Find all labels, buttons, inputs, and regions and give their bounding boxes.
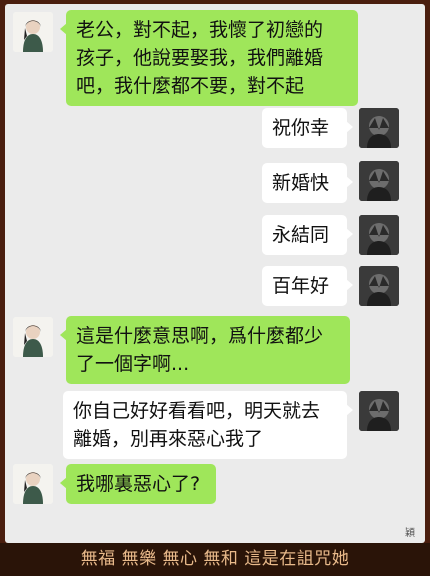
message-bubble-5[interactable]: 百年好 — [262, 266, 353, 306]
message-line: 這是什麼意思啊，爲什麼都少 — [76, 325, 324, 347]
message-bubble-7[interactable]: 你自己好好看看吧，明天就去 離婚，別再來惡心我了 — [63, 391, 353, 459]
boy-avatar[interactable] — [359, 266, 399, 306]
message-line: 了一個字啊... — [76, 353, 190, 375]
message-line: 祝你幸 — [272, 117, 330, 139]
message-line: 我哪裏惡心了? — [76, 473, 201, 495]
message-line: 孩子，他說要娶我，我們離婚 — [76, 47, 324, 69]
message-bubble-6[interactable]: 這是什麼意思啊，爲什麼都少 了一個字啊... — [60, 316, 350, 384]
message-bubble-1[interactable]: 老公，對不起，我懷了初戀的 孩子，他說要娶我，我們離婚 吧，我什麼都不要，對不起 — [60, 10, 358, 106]
message-bubble-4[interactable]: 永結同 — [262, 215, 353, 255]
girl-avatar[interactable] — [13, 464, 53, 504]
girl-avatar[interactable] — [13, 12, 53, 52]
girl-avatar[interactable] — [13, 317, 53, 357]
message-line: 吧，我什麼都不要，對不起 — [76, 75, 305, 97]
boy-avatar[interactable] — [359, 161, 399, 201]
watermark-text: 穎 — [405, 528, 415, 539]
message-bubble-8[interactable]: 我哪裏惡心了? — [60, 464, 216, 504]
caption-text: 無福 無樂 無心 無和 這是在詛咒她 — [0, 543, 430, 576]
boy-avatar[interactable] — [359, 215, 399, 255]
message-line: 你自己好好看看吧，明天就去 — [73, 400, 321, 422]
message-line: 新婚快 — [272, 172, 330, 194]
boy-avatar[interactable] — [359, 391, 399, 431]
message-line: 老公，對不起，我懷了初戀的 — [76, 19, 324, 41]
message-bubble-2[interactable]: 祝你幸 — [262, 108, 353, 148]
image-frame: 老公，對不起，我懷了初戀的 孩子，他說要娶我，我們離婚 吧，我什麼都不要，對不起… — [0, 0, 430, 543]
message-bubble-3[interactable]: 新婚快 — [262, 163, 353, 203]
chat-area[interactable]: 老公，對不起，我懷了初戀的 孩子，他說要娶我，我們離婚 吧，我什麼都不要，對不起… — [5, 4, 425, 543]
message-line: 離婚，別再來惡心我了 — [73, 428, 264, 450]
message-line: 永結同 — [272, 224, 330, 246]
boy-avatar[interactable] — [359, 108, 399, 148]
message-line: 百年好 — [272, 275, 330, 297]
